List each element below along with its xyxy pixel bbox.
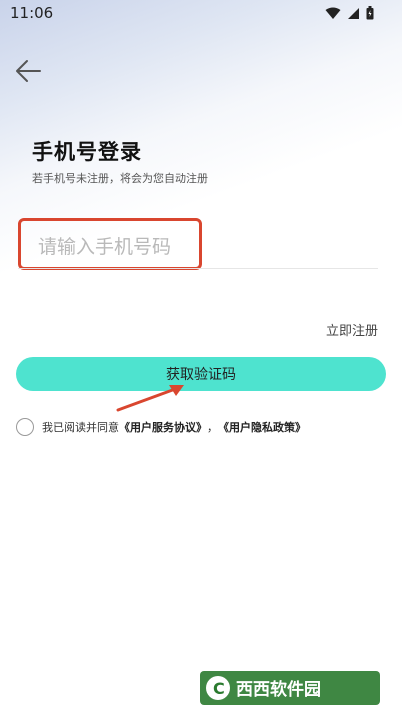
battery-icon [366,5,374,24]
svg-text:西西软件园: 西西软件园 [236,679,321,700]
phone-input[interactable] [36,228,370,266]
signal-icon [347,5,360,24]
page-subtitle: 若手机号未注册，将会为您自动注册 [32,172,208,185]
get-code-button[interactable]: 获取验证码 [16,357,386,391]
status-time: 11:06 [10,4,54,22]
phone-input-underline [18,268,378,269]
page-title: 手机号登录 [32,140,142,164]
agreement-prefix: 我已阅读并同意 [42,421,119,434]
service-agreement-link[interactable]: 《用户服务协议》 [119,419,207,435]
status-bar: 11:06 [0,0,402,28]
login-screen: 11:06 手机号登录 若手机号未注册，将会为您自动注册 立即注册 获取验证码 … [0,0,402,715]
back-button[interactable] [14,58,44,84]
privacy-policy-link[interactable]: 《用户隐私政策》 [218,419,306,435]
agree-checkbox[interactable] [16,418,34,436]
status-icons [325,5,374,24]
agreement-separator: ， [207,421,218,434]
wifi-icon [325,5,341,24]
svg-text:C: C [213,679,225,698]
register-link[interactable]: 立即注册 [326,320,378,339]
agreement-row: 我已阅读并同意 《用户服务协议》 ， 《用户隐私政策》 [16,418,306,436]
annotation-arrow-icon [116,385,184,412]
watermark-logo: C 西西软件园 [200,671,380,705]
arrow-left-icon [16,60,41,82]
